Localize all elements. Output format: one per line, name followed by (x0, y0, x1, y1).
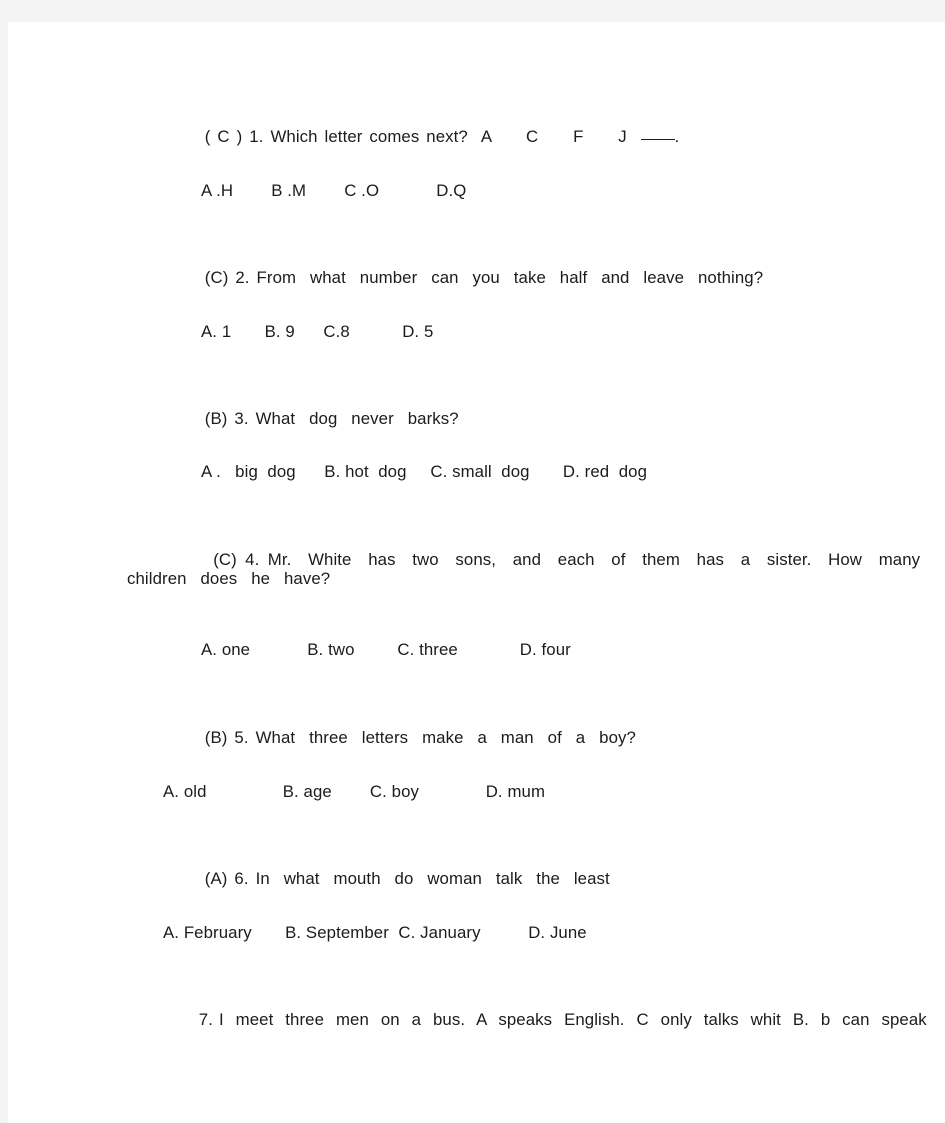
document-page: ( C ) 1. Which letter comes next? A C F … (8, 22, 945, 1123)
question-2-marked-answer: (C) (204, 267, 229, 287)
question-1-marked-answer: ( C ) (204, 126, 243, 146)
question-1-options[interactable]: A .H B .M C .O D.Q (201, 182, 466, 200)
document-body: ( C ) 1. Which letter comes next? A C F … (8, 22, 945, 1123)
question-3-options[interactable]: A . big dog B. hot dog C. small dog D. r… (201, 463, 647, 481)
question-1-answer-blank[interactable] (640, 138, 675, 140)
question-7-number: 7. (198, 1009, 213, 1029)
question-6-text: In what mouth do woman talk the least (255, 868, 610, 888)
question-1-stem: ( C ) 1. Which letter comes next? A C F … (163, 112, 680, 162)
question-5-options[interactable]: A. old B. age C. boy D. mum (163, 783, 545, 801)
question-3-number: 3. (234, 408, 249, 428)
question-4-stem-line-2: children does he have? (127, 569, 331, 588)
question-1-sequence: A C F J (480, 126, 627, 146)
question-4-options[interactable]: A. one B. two C. three D. four (201, 641, 571, 659)
question-7-stem: 7. I meet three men on a bus. A speaks E… (163, 995, 927, 1045)
question-4-number: 4. (245, 549, 260, 569)
question-5-text: What three letters make a man of a boy? (255, 727, 636, 747)
question-4-text-part-1: Mr. White has two sons, and each of them… (267, 549, 921, 569)
question-3-stem: (B) 3. What dog never barks? (163, 394, 459, 444)
question-7-text: I meet three men on a bus. A speaks Engl… (218, 1009, 927, 1029)
question-2-number: 2. (235, 267, 250, 287)
question-6-stem: (A) 6. In what mouth do woman talk the l… (163, 854, 610, 904)
question-6-options[interactable]: A. February B. September C. January D. J… (163, 924, 587, 942)
question-1-trailing-period: . (674, 126, 680, 146)
question-1-text: Which letter comes next? (270, 126, 468, 146)
question-2-stem: (C) 2. From what number can you take hal… (163, 253, 763, 303)
question-6-marked-answer: (A) (204, 868, 228, 888)
question-5-marked-answer: (B) (204, 727, 228, 747)
question-2-text: From what number can you take half and l… (256, 267, 764, 287)
question-5-stem: (B) 5. What three letters make a man of … (163, 713, 636, 763)
question-6-number: 6. (234, 868, 249, 888)
question-3-text: What dog never barks? (255, 408, 459, 428)
question-4-marked-answer: (C) (213, 549, 237, 569)
question-5-number: 5. (234, 727, 249, 747)
question-1-number: 1. (249, 126, 264, 146)
question-2-options[interactable]: A. 1 B. 9 C.8 D. 5 (201, 323, 433, 341)
question-3-marked-answer: (B) (204, 408, 228, 428)
